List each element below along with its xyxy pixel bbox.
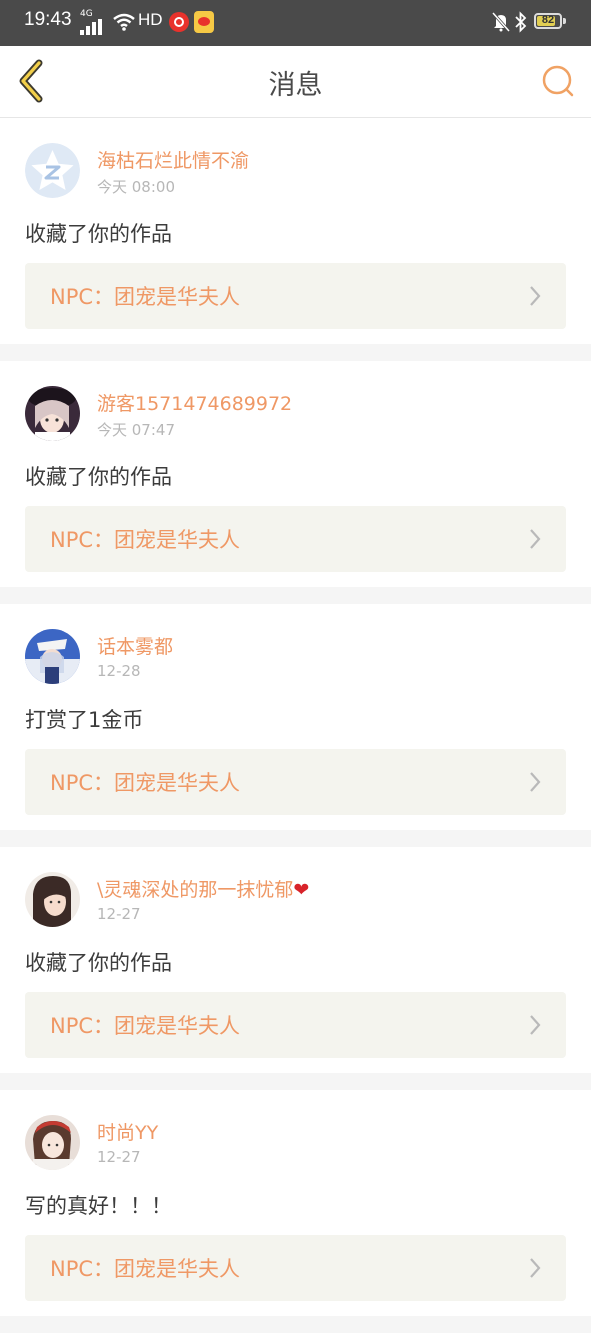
hd-label: HD <box>138 10 163 29</box>
status-bar: 19:43 4G HD 82 <box>0 0 591 46</box>
timestamp: 今天 08:00 <box>97 178 175 196</box>
app-header: 消息 <box>0 46 591 118</box>
mute-icon <box>492 12 510 32</box>
username[interactable]: 海枯石烂此情不渝 <box>97 146 249 173</box>
heart-icon: ❤ <box>293 879 310 901</box>
message-card: 游客1571474689972 今天 07:47 收藏了你的作品 NPC：团宠是… <box>0 361 591 587</box>
action-text: 收藏了你的作品 <box>25 222 172 246</box>
timestamp: 今天 07:47 <box>97 421 175 439</box>
user-avatar[interactable] <box>25 1115 80 1170</box>
action-text: 收藏了你的作品 <box>25 465 172 489</box>
battery-level: 82 <box>541 14 555 26</box>
timestamp: 12-27 <box>97 1148 141 1166</box>
work-link[interactable]: NPC：团宠是华夫人 <box>25 506 566 572</box>
network-type: 4G <box>80 9 93 19</box>
default-avatar-icon[interactable] <box>25 143 80 198</box>
bluetooth-icon <box>515 11 527 33</box>
netease-app-icon <box>169 12 189 32</box>
chevron-right-icon <box>530 772 541 792</box>
user-avatar[interactable] <box>25 386 80 441</box>
username-text: \灵魂深处的那一抹忧郁 <box>97 879 294 901</box>
username[interactable]: 话本雾都 <box>97 632 173 659</box>
work-title: NPC：团宠是华夫人 <box>50 528 241 552</box>
chevron-right-icon <box>530 286 541 306</box>
message-card: 时尚YY 12-27 写的真好！！！ NPC：团宠是华夫人 <box>0 1090 591 1316</box>
work-link[interactable]: NPC：团宠是华夫人 <box>25 749 566 815</box>
weibo-app-icon <box>194 11 214 33</box>
action-text: 收藏了你的作品 <box>25 951 172 975</box>
signal-icon <box>80 19 102 35</box>
work-title: NPC：团宠是华夫人 <box>50 1257 241 1281</box>
action-text: 打赏了1金币 <box>25 708 144 732</box>
status-time: 19:43 <box>24 9 72 30</box>
search-icon[interactable] <box>538 64 578 100</box>
user-avatar[interactable] <box>25 629 80 684</box>
work-title: NPC：团宠是华夫人 <box>50 771 241 795</box>
work-link[interactable]: NPC：团宠是华夫人 <box>25 263 566 329</box>
message-list[interactable]: 海枯石烂此情不渝 今天 08:00 收藏了你的作品 NPC：团宠是华夫人 游客1… <box>0 118 591 1333</box>
message-card: \灵魂深处的那一抹忧郁❤ 12-27 收藏了你的作品 NPC：团宠是华夫人 <box>0 847 591 1073</box>
wifi-icon <box>113 13 135 31</box>
action-text: 写的真好！！！ <box>25 1194 172 1218</box>
work-title: NPC：团宠是华夫人 <box>50 285 241 309</box>
chevron-right-icon <box>530 529 541 549</box>
work-title: NPC：团宠是华夫人 <box>50 1014 241 1038</box>
battery-tip <box>563 18 566 24</box>
username[interactable]: 时尚YY <box>97 1118 158 1145</box>
battery-icon: 82 <box>534 13 562 29</box>
username[interactable]: \灵魂深处的那一抹忧郁❤ <box>97 875 309 902</box>
page-title: 消息 <box>268 70 323 101</box>
chevron-right-icon <box>530 1258 541 1278</box>
chevron-right-icon <box>530 1015 541 1035</box>
work-link[interactable]: NPC：团宠是华夫人 <box>25 1235 566 1301</box>
user-avatar[interactable] <box>25 872 80 927</box>
timestamp: 12-27 <box>97 905 141 923</box>
work-link[interactable]: NPC：团宠是华夫人 <box>25 992 566 1058</box>
message-card: 海枯石烂此情不渝 今天 08:00 收藏了你的作品 NPC：团宠是华夫人 <box>0 118 591 344</box>
timestamp: 12-28 <box>97 662 141 680</box>
username[interactable]: 游客1571474689972 <box>97 389 292 416</box>
message-card: 话本雾都 12-28 打赏了1金币 NPC：团宠是华夫人 <box>0 604 591 830</box>
